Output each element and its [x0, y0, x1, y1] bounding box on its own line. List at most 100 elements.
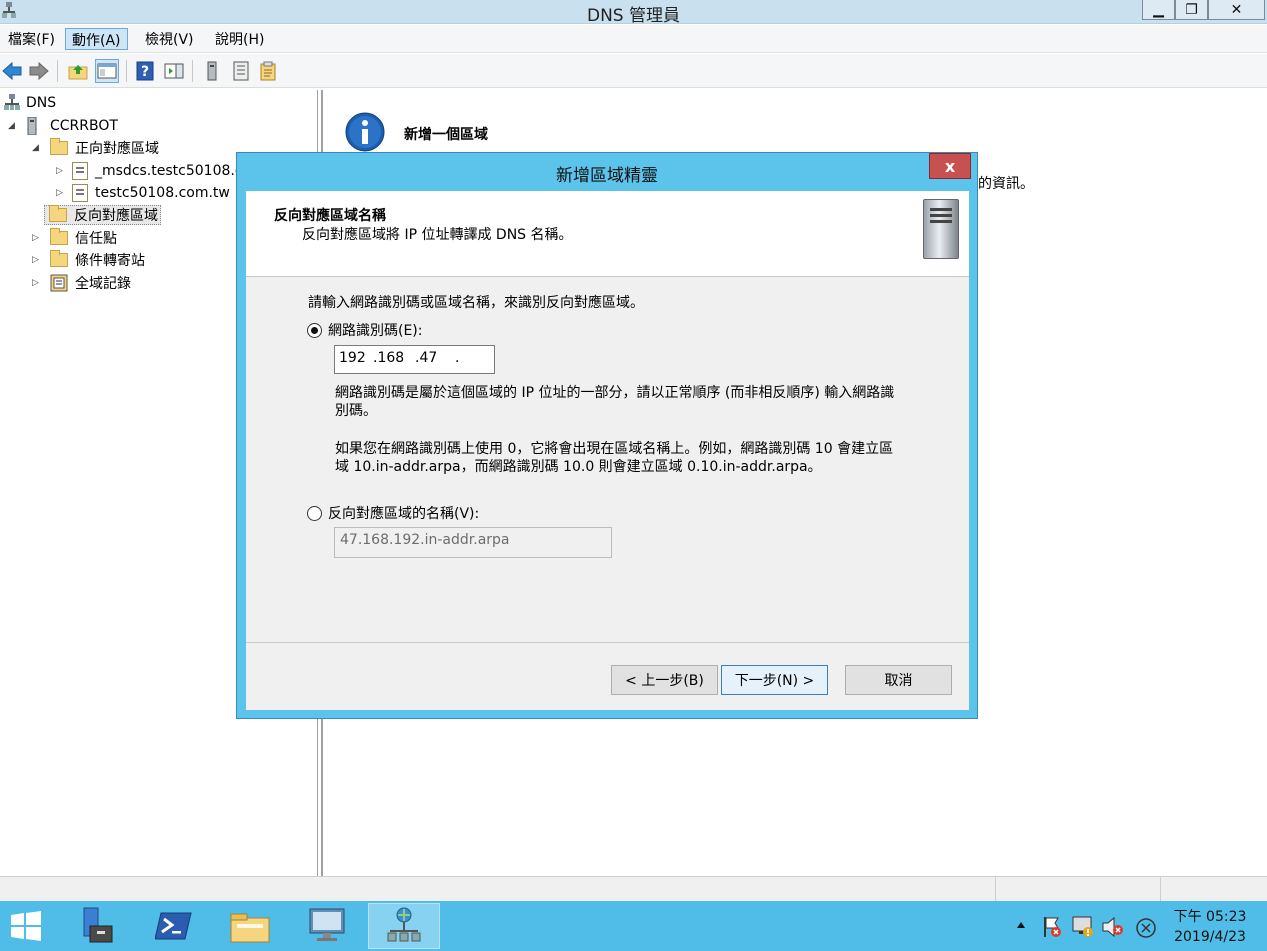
folder-icon — [49, 205, 67, 222]
close-icon: ✕ — [1230, 1, 1243, 18]
taskbar-server-manager[interactable] — [60, 903, 132, 949]
radio-button-unselected[interactable] — [307, 505, 322, 521]
expand-icon[interactable]: ▷ — [56, 188, 68, 198]
ip-octet-3[interactable]: .47 — [415, 350, 437, 366]
wizard-title: 新增區域精靈 — [556, 166, 658, 186]
dns-manager-icon — [387, 907, 421, 942]
notification-close-icon[interactable] — [1135, 917, 1157, 943]
restore-button[interactable]: ❐ — [1175, 0, 1208, 20]
file-explorer-icon — [230, 913, 270, 943]
wizard-header: 反向對應區域名稱 反向對應區域將 IP 位址轉譯成 DNS 名稱。 — [246, 191, 969, 277]
expand-icon[interactable]: ▷ — [32, 278, 44, 288]
clock[interactable]: 下午 05:23 2019/4/23 — [1167, 907, 1253, 947]
close-icon: x — [944, 156, 956, 176]
radio-button-selected[interactable] — [307, 322, 322, 338]
back-icon[interactable] — [0, 59, 24, 83]
list-icon[interactable] — [229, 59, 253, 83]
back-button[interactable]: < 上一步(B) — [611, 665, 718, 695]
powershell-icon — [155, 912, 192, 940]
tree-label: 條件轉寄站 — [75, 253, 145, 269]
server-node-icon — [26, 117, 38, 135]
expand-icon[interactable]: ▷ — [56, 166, 68, 176]
volume-muted-icon[interactable] — [1101, 916, 1125, 942]
radio-zone-name-label: 反向對應區域的名稱(V): — [328, 506, 480, 522]
minimize-button[interactable]: ▁ — [1142, 0, 1175, 20]
tree-node-reverse-zones[interactable]: 反向對應區域 — [44, 205, 161, 225]
wizard-header-title: 反向對應區域名稱 — [274, 208, 386, 224]
server-icon[interactable] — [200, 59, 224, 83]
expand-icon[interactable]: ▷ — [32, 255, 44, 265]
action-center-flag-icon[interactable] — [1041, 915, 1063, 943]
export-icon[interactable] — [257, 59, 281, 83]
wizard-instruction: 請輸入網路識別碼或區域名稱，來識別反向對應區域。 — [308, 295, 644, 311]
tree-node-conditional-forwarders[interactable]: ▷ 條件轉寄站 — [32, 250, 145, 270]
zero-note-line2: 域 10.in-addr.arpa，而網路識別碼 10.0 則會建立區域 0.1… — [335, 459, 822, 475]
collapse-icon[interactable]: ◢ — [8, 121, 20, 131]
info-icon — [345, 112, 385, 156]
taskbar-file-explorer[interactable] — [214, 903, 286, 949]
clock-time: 下午 05:23 — [1173, 909, 1247, 925]
svg-text:?: ? — [141, 64, 149, 80]
menu-view[interactable]: 檢視(V) — [139, 28, 200, 50]
tree-node-forward-zones[interactable]: ◢ 正向對應區域 — [32, 138, 159, 158]
next-button[interactable]: 下一步(N) > — [721, 665, 828, 695]
tree-node-testc-zone[interactable]: ▷ testc50108.com.tw — [56, 183, 230, 203]
network-id-input[interactable]: 192 .168 .47 . — [334, 345, 495, 374]
taskbar: 下午 05:23 2019/4/23 — [0, 901, 1267, 951]
toolbar: ? — [0, 54, 1267, 88]
menu-file[interactable]: 檔案(F) — [2, 28, 61, 50]
radio-network-id-label: 網路識別碼(E): — [328, 323, 423, 339]
tree-label: DNS — [26, 95, 57, 111]
status-bar — [0, 876, 1267, 902]
taskbar-network[interactable] — [291, 903, 363, 949]
event-log-icon — [50, 274, 68, 292]
start-button[interactable] — [0, 903, 52, 949]
taskbar-powershell[interactable] — [138, 903, 210, 949]
server-manager-icon — [83, 907, 113, 943]
network-status-icon[interactable] — [1071, 915, 1095, 943]
tree-label: 全域記錄 — [75, 276, 131, 292]
show-hide-tree-icon[interactable] — [95, 59, 119, 83]
forward-icon[interactable] — [27, 59, 51, 83]
close-window-button[interactable]: ✕ — [1208, 0, 1265, 20]
zero-note-line1: 如果您在網路識別碼上使用 0，它將會出現在區域名稱上。例如，網路識別碼 10 會… — [335, 441, 894, 457]
ip-octet-4[interactable]: . — [455, 350, 459, 366]
show-hidden-icons-icon[interactable] — [1015, 918, 1027, 932]
tree-node-msdcs-zone[interactable]: ▷ _msdcs.testc50108.c — [56, 161, 243, 181]
network-id-note-line1: 網路識別碼是屬於這個區域的 IP 位址的一部分，請以正常順序 (而非相反順序) … — [335, 385, 895, 401]
info-text: 的資訊。 — [978, 176, 1034, 192]
dns-root-icon — [4, 94, 20, 112]
windows-logo-icon — [11, 911, 41, 941]
radio-network-id[interactable]: 網路識別碼(E): — [307, 320, 423, 340]
ip-octet-2[interactable]: .168 — [373, 350, 404, 366]
tree-node-server[interactable]: ◢ CCRRBOT — [8, 116, 118, 136]
wizard-header-subtitle: 反向對應區域將 IP 位址轉譯成 DNS 名稱。 — [302, 227, 573, 243]
help-icon[interactable]: ? — [133, 59, 157, 83]
expand-icon[interactable]: ▷ — [32, 233, 44, 243]
folder-icon — [50, 250, 68, 267]
menu-help[interactable]: 說明(H) — [209, 28, 270, 50]
wizard-close-button[interactable]: x — [929, 153, 971, 179]
up-folder-icon[interactable] — [66, 59, 90, 83]
minimize-icon: ▁ — [1153, 1, 1164, 18]
tree-node-trust-points[interactable]: ▷ 信任點 — [32, 228, 117, 248]
cancel-button[interactable]: 取消 — [845, 665, 952, 695]
taskbar-dns-manager[interactable] — [368, 903, 440, 949]
menu-action[interactable]: 動作(A) — [65, 28, 128, 50]
tree-label: 信任點 — [75, 231, 117, 247]
radio-zone-name[interactable]: 反向對應區域的名稱(V): — [307, 503, 479, 523]
folder-icon — [50, 138, 68, 155]
info-title: 新增一個區域 — [404, 127, 488, 143]
restore-icon: ❐ — [1185, 1, 1198, 18]
tree-node-dns[interactable]: DNS — [4, 93, 56, 113]
tree-node-global-logs[interactable]: ▷ 全域記錄 — [32, 273, 131, 293]
window-title: DNS 管理員 — [586, 6, 680, 26]
new-zone-wizard-dialog: 新增區域精靈 x 反向對應區域名稱 反向對應區域將 IP 位址轉譯成 DNS 名… — [236, 152, 978, 719]
footer-separator — [246, 642, 969, 643]
tree-label: _msdcs.testc50108.c — [95, 163, 243, 179]
ip-octet-1[interactable]: 192 — [339, 350, 366, 366]
zone-name-input[interactable]: 47.168.192.in-addr.arpa — [334, 527, 612, 558]
collapse-icon[interactable]: ◢ — [32, 143, 44, 153]
action-pane-icon[interactable] — [162, 59, 186, 83]
menu-bar: 檔案(F) 動作(A) 檢視(V) 說明(H) — [0, 25, 1267, 53]
